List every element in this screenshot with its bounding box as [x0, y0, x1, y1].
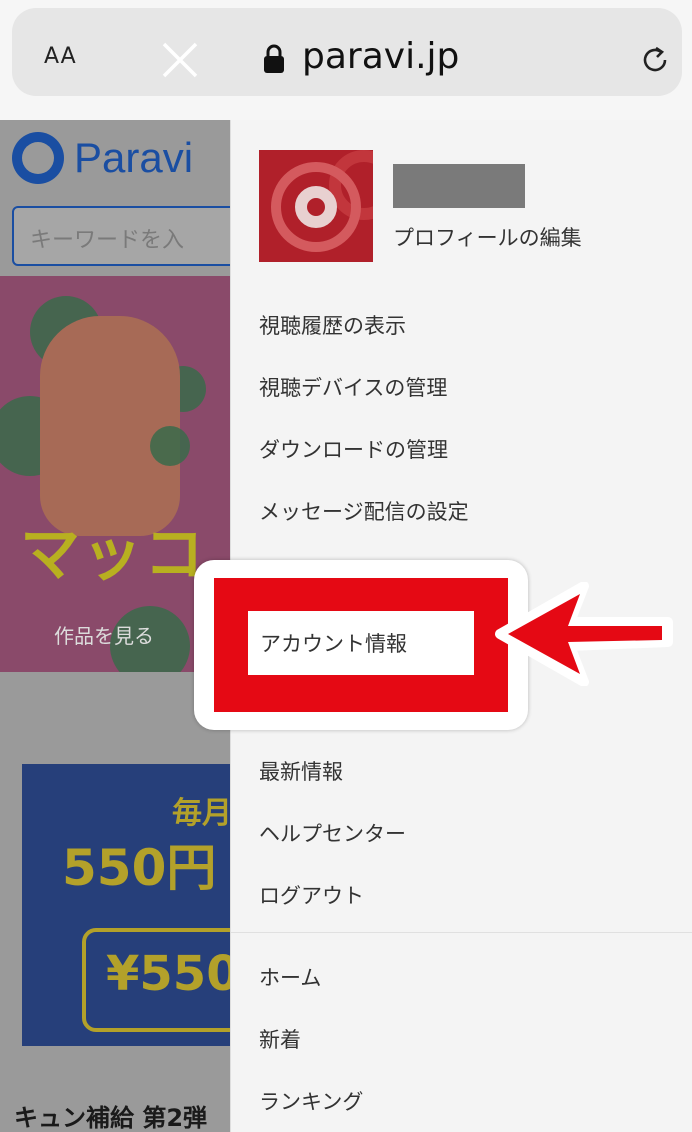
edit-profile-link[interactable]: プロフィールの編集	[393, 222, 582, 252]
avatar[interactable]	[259, 150, 373, 262]
lock-icon	[264, 44, 284, 73]
menu-item-watch-history[interactable]: 視聴履歴の表示	[259, 310, 406, 340]
paravi-logo-text: Paravi	[74, 134, 194, 181]
section-caption: キュン補給 第2弾	[14, 1104, 208, 1132]
menu-item-device-management[interactable]: 視聴デバイスの管理	[259, 372, 447, 402]
reload-icon[interactable]	[637, 42, 673, 78]
arrow-left-icon	[495, 582, 673, 686]
address-bar[interactable]: AA paravi.jp	[12, 8, 682, 96]
menu-item-ranking[interactable]: ランキング	[259, 1086, 363, 1116]
menu-item-news[interactable]: 最新情報	[259, 756, 343, 786]
promo-banner[interactable]: 毎月 550円 ¥550	[22, 764, 232, 1046]
menu-item-message-settings[interactable]: メッセージ配信の設定	[259, 496, 469, 526]
browser-toolbar: AA paravi.jp	[0, 0, 692, 120]
menu-item-account-info[interactable]: アカウント情報	[260, 628, 407, 658]
username-redacted	[393, 164, 525, 208]
text-size-button[interactable]: AA	[44, 44, 77, 69]
search-placeholder: キーワードを入	[30, 228, 185, 253]
url-text[interactable]: paravi.jp	[302, 36, 459, 77]
promo-ticket-text: ¥550	[106, 946, 232, 1002]
promo-ticket: ¥550	[82, 928, 232, 1032]
menu-item-download-management[interactable]: ダウンロードの管理	[259, 434, 448, 464]
menu-item-new-arrivals[interactable]: 新着	[259, 1024, 301, 1054]
menu-divider	[231, 932, 692, 933]
close-icon[interactable]	[160, 40, 200, 80]
paravi-logo-mark	[12, 132, 64, 184]
promo-monthly: 毎月	[172, 796, 232, 831]
watch-button[interactable]: 作品を見る	[54, 620, 154, 649]
promo-price: 550円	[62, 839, 217, 897]
menu-item-logout[interactable]: ログアウト	[259, 880, 364, 910]
banner-title: マッコ	[20, 520, 206, 590]
menu-item-home[interactable]: ホーム	[259, 962, 321, 992]
search-input[interactable]: キーワードを入	[12, 206, 232, 266]
menu-item-help-center[interactable]: ヘルプセンター	[259, 818, 406, 848]
banner-image	[40, 316, 180, 536]
